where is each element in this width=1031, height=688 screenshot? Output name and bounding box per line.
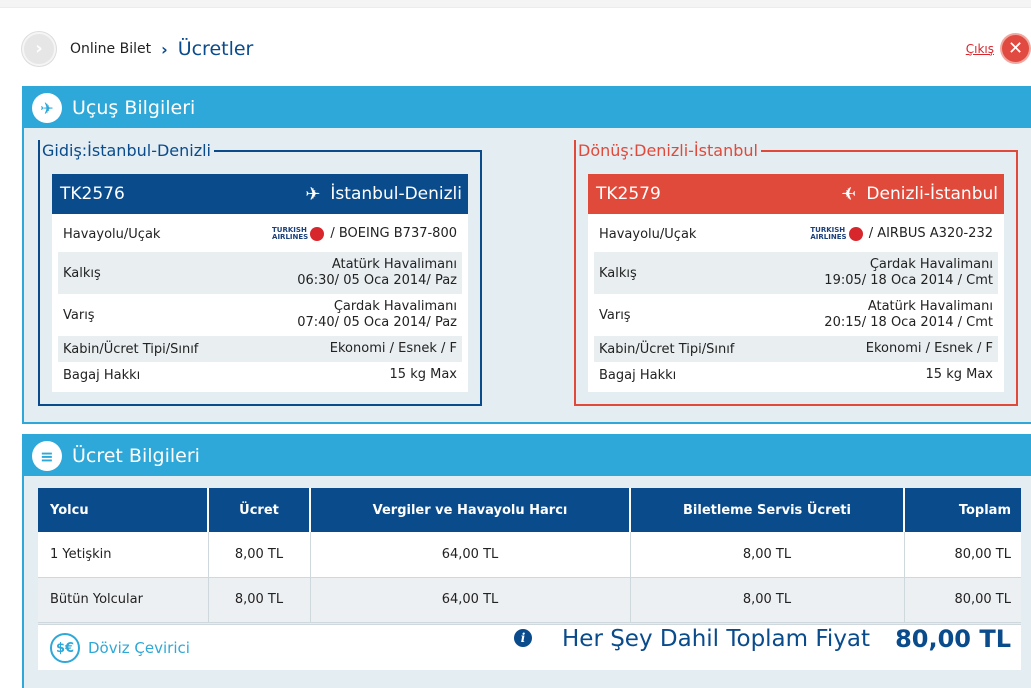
airline-label: Havayolu/Uçak [63, 226, 161, 242]
return-aircraft: / AIRBUS A320-232 [868, 226, 993, 241]
outbound-baggage-row: Bagaj Hakkı 15 kg Max [58, 362, 462, 388]
outbound-flight-number: TK2576 [60, 184, 125, 204]
return-airline-row: Havayolu/Uçak TURKISH AIRLINES / AIRBUS A… [594, 216, 998, 252]
price-info-title: Ücret Bilgileri [72, 445, 200, 467]
arrival-label: Varış [63, 307, 95, 323]
outbound-card-header: TK2576 ✈ İstanbul-Denizli [52, 174, 468, 214]
outbound-arrival-airport: Çardak Havalimanı [333, 299, 457, 314]
turkish-airlines-logo: TURKISH AIRLINES [272, 226, 325, 241]
baggage-label: Bagaj Hakkı [63, 367, 141, 383]
arrival-label: Varış [599, 307, 631, 323]
outbound-departure-row: Kalkış Atatürk Havalimanı 06:30/ 05 Oca … [58, 252, 462, 294]
cabin-label: Kabin/Ücret Tipi/Sınıf [599, 341, 735, 357]
outbound-arrival-time: 07:40/ 05 Oca 2014/ Paz [297, 315, 457, 330]
airplane-icon: ✈ [305, 183, 321, 205]
cell-fare: 8,00 TL [208, 532, 311, 578]
departure-label: Kalkış [599, 265, 637, 281]
col-total: Toplam [904, 488, 1021, 532]
col-passenger: Yolcu [38, 488, 209, 532]
airplane-icon: ✈ [841, 183, 857, 205]
outbound-departure-time: 06:30/ 05 Oca 2014/ Paz [297, 273, 457, 288]
cell-service-fee: 8,00 TL [630, 577, 905, 623]
return-card-header: TK2579 ✈ Denizli-İstanbul [588, 174, 1004, 214]
total-price-label: Her Şey Dahil Toplam Fiyat [562, 626, 871, 652]
return-baggage: 15 kg Max [925, 367, 993, 382]
cell-taxes: 64,00 TL [310, 532, 631, 578]
breadcrumb: › Online Bilet › Ücretler [22, 32, 253, 66]
turkish-airlines-logo: TURKISH AIRLINES [810, 226, 863, 241]
outbound-route: İstanbul-Denizli [330, 184, 462, 204]
outbound-card: TK2576 ✈ İstanbul-Denizli Havayolu/Uçak … [52, 174, 468, 392]
return-baggage-row: Bagaj Hakkı 15 kg Max [594, 362, 998, 388]
info-icon[interactable]: i [514, 629, 532, 647]
return-cabin: Ekonomi / Esnek / F [865, 341, 993, 356]
cabin-label: Kabin/Ücret Tipi/Sınıf [63, 341, 199, 357]
fare-table: Yolcu Ücret Vergiler ve Havayolu Harcı B… [38, 488, 1021, 623]
cell-service-fee: 8,00 TL [630, 532, 905, 578]
airline-label: Havayolu/Uçak [599, 226, 697, 242]
col-taxes: Vergiler ve Havayolu Harcı [310, 488, 631, 532]
return-route: Denizli-İstanbul [866, 184, 998, 204]
breadcrumb-separator: › [161, 39, 168, 59]
flight-info-header: ✈ Uçuş Bilgileri [24, 88, 1031, 128]
fare-table-header: Yolcu Ücret Vergiler ve Havayolu Harcı B… [38, 488, 1021, 532]
return-arrival-airport: Atatürk Havalimanı [867, 299, 993, 314]
col-service-fee: Biletleme Servis Ücreti [630, 488, 905, 532]
return-departure-airport: Çardak Havalimanı [869, 257, 993, 272]
return-cabin-row: Kabin/Ücret Tipi/Sınıf Ekonomi / Esnek /… [594, 336, 998, 362]
cell-passenger: Bütün Yolcular [38, 577, 209, 623]
airplane-icon: ✈ [32, 93, 62, 123]
return-arrival-time: 20:15/ 18 Oca 2014 / Cmt [824, 315, 993, 330]
outbound-aircraft: / BOEING B737-800 [330, 226, 457, 241]
flight-info-title: Uçuş Bilgileri [72, 97, 196, 119]
col-fare: Ücret [208, 488, 311, 532]
outbound-legend: Gidiş:İstanbul-Denizli [38, 140, 214, 162]
close-icon[interactable]: ✕ [1002, 35, 1029, 62]
cell-fare: 8,00 TL [208, 577, 311, 623]
top-strip [0, 0, 1031, 8]
currency-exchange-icon[interactable]: $€ [50, 633, 80, 663]
return-departure-row: Kalkış Çardak Havalimanı 19:05/ 18 Oca 2… [594, 252, 998, 294]
flight-info-panel: ✈ Uçuş Bilgileri Gidiş:İstanbul-Denizli … [22, 86, 1031, 424]
cell-taxes: 64,00 TL [310, 577, 631, 623]
page-title: Ücretler [177, 38, 254, 60]
outbound-cabin: Ekonomi / Esnek / F [329, 341, 457, 356]
exit-area: Çıkış ✕ [966, 35, 1029, 62]
cell-total: 80,00 TL [904, 532, 1021, 578]
ticket-icon: ≡ [32, 441, 62, 471]
cell-total: 80,00 TL [904, 577, 1021, 623]
outbound-leg: Gidiş:İstanbul-Denizli TK2576 ✈ İstanbul… [38, 140, 482, 406]
outbound-baggage: 15 kg Max [389, 367, 457, 382]
exit-link[interactable]: Çıkış [966, 42, 994, 56]
price-info-header: ≡ Ücret Bilgileri [24, 436, 1031, 476]
return-flight-number: TK2579 [596, 184, 661, 204]
chevron-right-icon[interactable]: › [22, 32, 56, 66]
fare-footer: $€ Döviz Çevirici i Her Şey Dahil Toplam… [38, 624, 1021, 670]
departure-label: Kalkış [63, 265, 101, 281]
return-legend: Dönüş:Denizli-İstanbul [574, 140, 761, 162]
table-row: 1 Yetişkin 8,00 TL 64,00 TL 8,00 TL 80,0… [38, 532, 1021, 578]
cell-passenger: 1 Yetişkin [38, 532, 209, 578]
return-arrival-row: Varış Atatürk Havalimanı 20:15/ 18 Oca 2… [594, 294, 998, 336]
return-departure-time: 19:05/ 18 Oca 2014 / Cmt [824, 273, 993, 288]
return-card: TK2579 ✈ Denizli-İstanbul Havayolu/Uçak … [588, 174, 1004, 392]
outbound-cabin-row: Kabin/Ücret Tipi/Sınıf Ekonomi / Esnek /… [58, 336, 462, 362]
breadcrumb-home[interactable]: Online Bilet [70, 41, 151, 57]
outbound-departure-airport: Atatürk Havalimanı [331, 257, 457, 272]
currency-converter-link[interactable]: Döviz Çevirici [88, 639, 190, 657]
total-price-value: 80,00 TL [895, 625, 1011, 653]
outbound-airline-row: Havayolu/Uçak TURKISH AIRLINES / BOEING B… [58, 216, 462, 252]
table-row: Bütün Yolcular 8,00 TL 64,00 TL 8,00 TL … [38, 577, 1021, 623]
price-info-panel: ≡ Ücret Bilgileri Yolcu Ücret Vergiler v… [22, 434, 1031, 688]
outbound-arrival-row: Varış Çardak Havalimanı 07:40/ 05 Oca 20… [58, 294, 462, 336]
baggage-label: Bagaj Hakkı [599, 367, 677, 383]
return-leg: Dönüş:Denizli-İstanbul TK2579 ✈ Denizli-… [574, 140, 1018, 406]
